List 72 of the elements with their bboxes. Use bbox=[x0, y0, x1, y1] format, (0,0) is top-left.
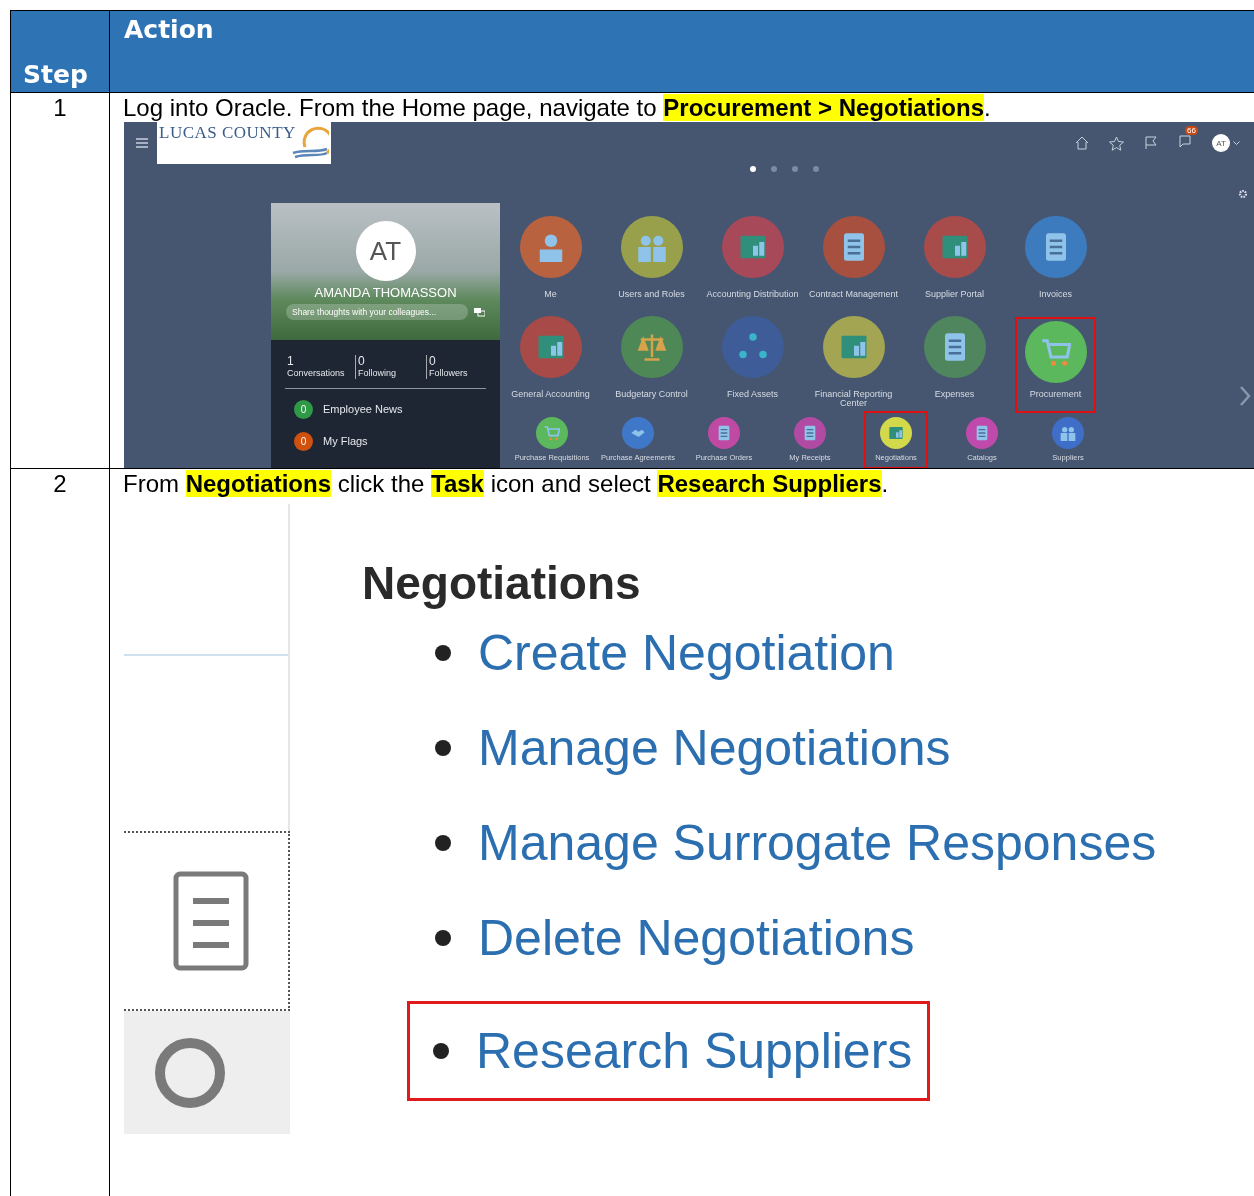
tile-label: Contract Management bbox=[807, 290, 899, 299]
tile-label: Supplier Portal bbox=[923, 290, 985, 299]
notification-count: 66 bbox=[1185, 126, 1198, 135]
home-icon bbox=[1075, 136, 1089, 150]
task-link[interactable]: Delete Negotiations bbox=[478, 909, 915, 967]
tile-label: Budgetary Control bbox=[614, 390, 689, 399]
chart-icon bbox=[888, 425, 904, 441]
app-icon-button[interactable] bbox=[708, 417, 740, 449]
app-icon-button[interactable] bbox=[794, 417, 826, 449]
tile-label: Financial Reporting Center bbox=[813, 390, 894, 408]
app-icon-button[interactable] bbox=[880, 417, 912, 449]
tile-label: Users and Roles bbox=[617, 290, 686, 299]
flag-icon bbox=[1144, 136, 1158, 150]
app-icon-button[interactable] bbox=[1052, 417, 1084, 449]
column-header: Step bbox=[10, 10, 110, 93]
instruction-text: Log into Oracle. From the Home page, navigate to Procurement > Negotiations. bbox=[123, 93, 992, 122]
notification-icon bbox=[1178, 134, 1192, 148]
bullet-icon bbox=[432, 1042, 450, 1060]
app-icon-button[interactable] bbox=[622, 417, 654, 449]
step-number: 2 bbox=[10, 468, 110, 1196]
feed-link[interactable]: My Flags bbox=[323, 435, 368, 447]
count-badge: 0 bbox=[294, 431, 313, 451]
menu-icon[interactable] bbox=[136, 138, 148, 148]
bullet-icon bbox=[434, 644, 452, 662]
step-number: 1 bbox=[10, 92, 110, 469]
document-icon bbox=[974, 425, 990, 441]
logo-text: LUCAS COUNTY bbox=[159, 123, 296, 143]
stat-link[interactable]: 0 Followers bbox=[426, 355, 470, 379]
user-name: AMANDA THOMASSON bbox=[314, 285, 457, 300]
tile-label: Fixed Assets bbox=[726, 390, 779, 399]
tile-label: Procurement bbox=[1028, 390, 1083, 399]
tile-label: Accounting Distribution bbox=[705, 290, 800, 299]
bullet-icon bbox=[434, 834, 452, 852]
page-dot[interactable] bbox=[749, 166, 756, 172]
stat-link[interactable]: 0 Following bbox=[355, 355, 426, 379]
chat-icon bbox=[474, 307, 485, 317]
tile-label: General Accounting bbox=[510, 390, 591, 399]
task-list-icon bbox=[173, 871, 249, 971]
document-icon bbox=[716, 425, 732, 441]
page-dot[interactable] bbox=[770, 166, 777, 172]
task-link[interactable]: Create Negotiation bbox=[478, 624, 895, 682]
bullet-icon bbox=[434, 929, 452, 947]
task-link[interactable]: Research Suppliers bbox=[476, 1022, 913, 1080]
page-dot[interactable] bbox=[791, 166, 798, 172]
star-icon bbox=[1109, 135, 1124, 151]
people-icon bbox=[1060, 425, 1076, 441]
count-badge: 0 bbox=[294, 399, 313, 419]
search-panel-tab[interactable] bbox=[124, 1011, 290, 1134]
cart-icon bbox=[544, 425, 560, 441]
task-link[interactable]: Manage Surrogate Responses bbox=[478, 814, 1157, 872]
caret-icon bbox=[1233, 140, 1240, 146]
user-menu[interactable]: AT bbox=[1212, 134, 1240, 152]
bullet-icon bbox=[434, 739, 452, 757]
feed-link[interactable]: Employee News bbox=[323, 403, 403, 415]
instruction-text: From Negotiations click the Task icon and select Research Suppliers. bbox=[123, 469, 890, 498]
app-icon-button[interactable] bbox=[966, 417, 998, 449]
logo[interactable]: LUCAS COUNTY bbox=[157, 122, 331, 164]
tile-label: Expenses bbox=[933, 390, 976, 399]
scales-icon bbox=[636, 332, 667, 362]
cart-icon bbox=[1040, 337, 1071, 367]
panel-heading: Negotiations bbox=[362, 556, 642, 610]
column-header: Action bbox=[109, 10, 1254, 93]
task-link[interactable]: Manage Negotiations bbox=[478, 719, 951, 777]
settings-icon[interactable] bbox=[1238, 189, 1248, 199]
document-icon bbox=[802, 425, 818, 441]
stat-link[interactable]: 1 Conversations bbox=[285, 355, 355, 379]
page-dot[interactable] bbox=[812, 166, 819, 172]
avatar-initials: AT bbox=[355, 221, 416, 281]
app-icon-button[interactable] bbox=[536, 417, 568, 449]
tile-label: Me bbox=[543, 290, 558, 299]
tile-label: Invoices bbox=[1038, 290, 1073, 299]
avatar-initials: AT bbox=[1212, 134, 1230, 152]
